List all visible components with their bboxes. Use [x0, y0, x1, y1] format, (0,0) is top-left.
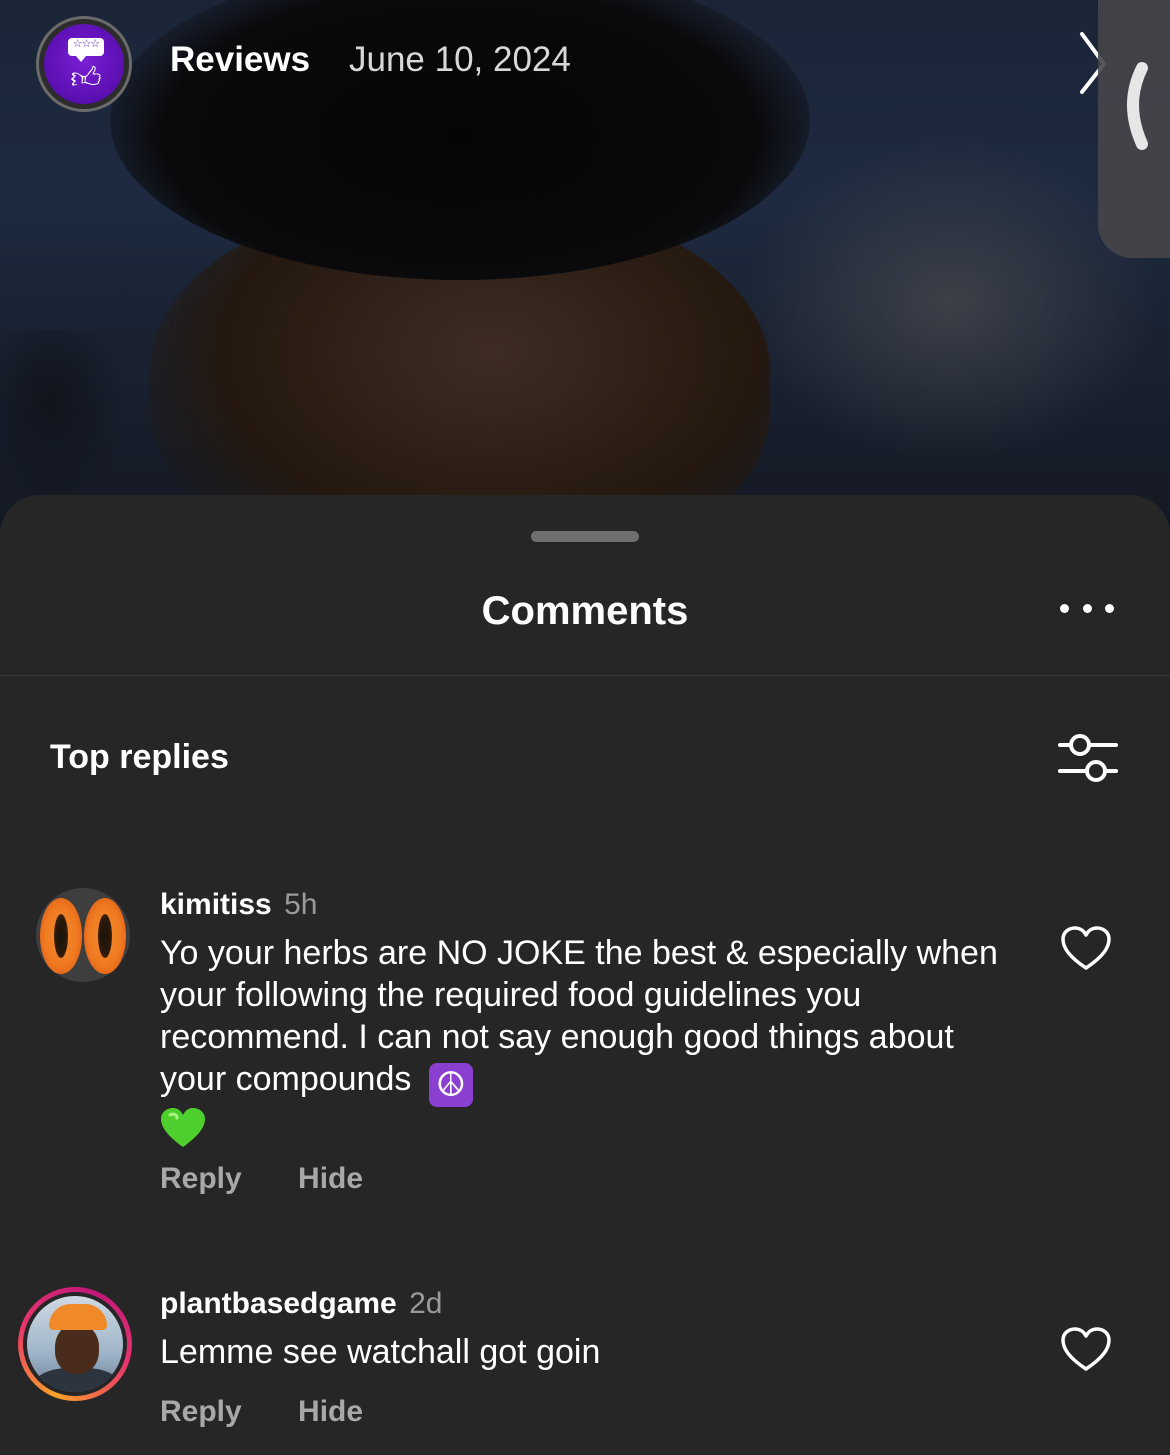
side-panel-tab[interactable] [1098, 0, 1170, 258]
section-title: Top replies [50, 738, 229, 776]
comment-text: Lemme see watchall got goin [160, 1333, 601, 1371]
story-header: ☆☆☆ 👍︎ Reviews June 10, 2024 [0, 0, 1170, 130]
video-tree-silhouette [0, 330, 130, 510]
comments-sheet: Comments Top replies kimitiss 5h Yo your… [0, 495, 1170, 1455]
sheet-title: Comments [481, 589, 689, 633]
sliders-filter-icon[interactable] [1054, 729, 1120, 787]
heart-outline-icon[interactable] [1060, 1327, 1112, 1373]
comment-body: Yo your herbs are NO JOKE the best & esp… [160, 934, 998, 1098]
heart-outline-icon[interactable] [1060, 926, 1112, 972]
green-heart-icon [160, 1107, 206, 1159]
reply-button[interactable]: Reply [160, 1395, 242, 1428]
comment-meta: plantbasedgame 2d [160, 1287, 442, 1321]
hide-button[interactable]: Hide [298, 1395, 363, 1428]
comment-actions: Reply Hide [160, 1395, 411, 1429]
avatar[interactable] [36, 888, 130, 982]
header-divider [0, 675, 1170, 676]
comment-username[interactable]: kimitiss [160, 888, 272, 921]
story-date: June 10, 2024 [349, 40, 571, 79]
story-comments-screen: ☆☆☆ 👍︎ Reviews June 10, 2024 Comments To… [0, 0, 1170, 1455]
comment-time: 5h [284, 888, 318, 921]
peace-symbol-icon: ☮ [428, 1063, 473, 1107]
thumbs-up-review-icon: ☆☆☆ 👍︎ [44, 24, 124, 104]
avatar[interactable] [18, 1287, 132, 1401]
chevron-left-icon [1127, 62, 1148, 150]
story-avatar[interactable]: ☆☆☆ 👍︎ [36, 16, 132, 112]
reply-button[interactable]: Reply [160, 1162, 242, 1195]
story-account-name[interactable]: Reviews [170, 40, 310, 80]
more-dots-icon [1060, 603, 1069, 613]
sheet-grabber[interactable] [531, 531, 639, 542]
comment-meta: kimitiss 5h [160, 888, 317, 922]
comment-time: 2d [409, 1287, 443, 1320]
comment-actions: Reply Hide [160, 1162, 411, 1196]
comment-username[interactable]: plantbasedgame [160, 1287, 397, 1320]
comment-text: Yo your herbs are NO JOKE the best & esp… [160, 932, 1000, 1159]
hide-button[interactable]: Hide [298, 1162, 363, 1195]
more-options-button[interactable] [1060, 595, 1114, 621]
